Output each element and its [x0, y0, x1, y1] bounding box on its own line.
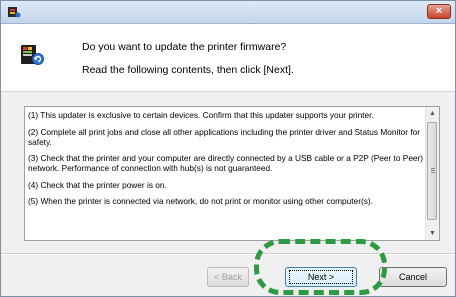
notice-item-4: (4) Check that the printer power is on. — [28, 179, 167, 190]
close-button[interactable]: × — [427, 4, 451, 19]
next-button-highlight — [254, 239, 387, 295]
printer-app-icon — [8, 7, 21, 18]
grip-line — [431, 172, 435, 173]
grip-line — [431, 170, 435, 171]
scroll-down-arrow-icon[interactable]: ▼ — [426, 227, 439, 240]
notice-content: (1) This updater is exclusive to certain… — [28, 110, 426, 213]
header-panel: Do you want to update the printer firmwa… — [1, 24, 455, 92]
firmware-update-icon — [21, 45, 44, 65]
title-bar[interactable]: × — [1, 1, 455, 24]
notice-item-2: (2) Complete all print jobs and close al… — [28, 126, 420, 147]
back-label: < Back — [214, 272, 242, 282]
close-label: × — [435, 5, 443, 17]
notice-textbox[interactable]: (1) This updater is exclusive to certain… — [24, 106, 440, 241]
back-button[interactable]: < Back — [207, 267, 249, 287]
cancel-button[interactable]: Cancel — [379, 267, 447, 287]
firmware-update-dialog: × Do you want to update the printer firm… — [0, 0, 456, 297]
read-instruction: Read the following contents, then click … — [82, 64, 294, 76]
notice-item-1: (1) This updater is exclusive to certain… — [28, 110, 374, 120]
vertical-scrollbar[interactable]: ▲ ▼ — [425, 107, 439, 240]
update-question: Do you want to update the printer firmwa… — [82, 41, 287, 53]
button-separator — [1, 253, 455, 255]
notice-item-5: (5) When the printer is connected via ne… — [28, 196, 373, 207]
cancel-label: Cancel — [398, 272, 427, 282]
scroll-thumb[interactable] — [427, 122, 437, 220]
notice-item-3: (3) Check that the printer and your comp… — [28, 153, 424, 174]
grip-line — [431, 168, 435, 169]
scroll-up-arrow-icon[interactable]: ▲ — [426, 107, 439, 120]
